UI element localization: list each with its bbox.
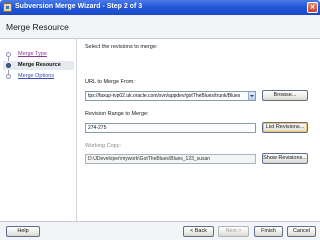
url-label: URL to Merge From:	[85, 79, 135, 85]
step-label: Merge Type	[18, 51, 47, 57]
list-revisions-button[interactable]: List Revisions...	[262, 122, 308, 133]
step-label: Merge Resource	[18, 62, 61, 68]
working-copy-field: D:\JDeveloper\mywork\GotTheBlues\Blues_1…	[85, 154, 256, 164]
instruction-text: Select the revisions to merge:	[85, 44, 158, 50]
revision-range-input[interactable]: 274-275	[85, 123, 256, 133]
browse-button[interactable]: Browse...	[262, 90, 308, 101]
show-revisions-button[interactable]: Show Revisions...	[262, 153, 308, 164]
working-copy-label: Working Copy:	[85, 143, 121, 149]
wizard-footer: Help < Back Next > Finish Cancel	[0, 221, 320, 240]
cancel-button[interactable]: Cancel	[287, 226, 316, 237]
step-merge-resource[interactable]: Merge Resource	[3, 61, 74, 70]
url-combo-box[interactable]: tps://faxup-tvp02.uk.oracle.com/svn/appd…	[85, 91, 256, 101]
next-button[interactable]: Next >	[218, 226, 249, 237]
url-value: tps://faxup-tvp02.uk.oracle.com/svn/appd…	[88, 93, 241, 99]
window-title: Subversion Merge Wizard - Step 2 of 3	[15, 3, 143, 10]
step-dot-icon	[6, 74, 11, 79]
step-dot-icon	[6, 52, 11, 57]
title-bar[interactable]: Subversion Merge Wizard - Step 2 of 3 ×	[0, 0, 320, 15]
close-button[interactable]: ×	[307, 2, 318, 13]
chevron-down-icon[interactable]	[248, 92, 255, 100]
finish-button[interactable]: Finish	[254, 226, 283, 237]
main-content: Select the revisions to merge: URL to Me…	[77, 39, 320, 221]
help-button[interactable]: Help	[6, 226, 40, 237]
step-label: Merge Options	[18, 73, 55, 79]
page-title: Merge Resource	[6, 22, 69, 32]
back-button[interactable]: < Back	[183, 226, 214, 237]
wizard-steps-sidebar: Merge Type Merge Resource Merge Options	[0, 39, 77, 221]
page-header: Merge Resource	[0, 15, 320, 39]
revision-range-label: Revision Range to Merge:	[85, 111, 149, 117]
step-current-dot-icon	[6, 63, 11, 68]
app-icon	[3, 3, 12, 12]
